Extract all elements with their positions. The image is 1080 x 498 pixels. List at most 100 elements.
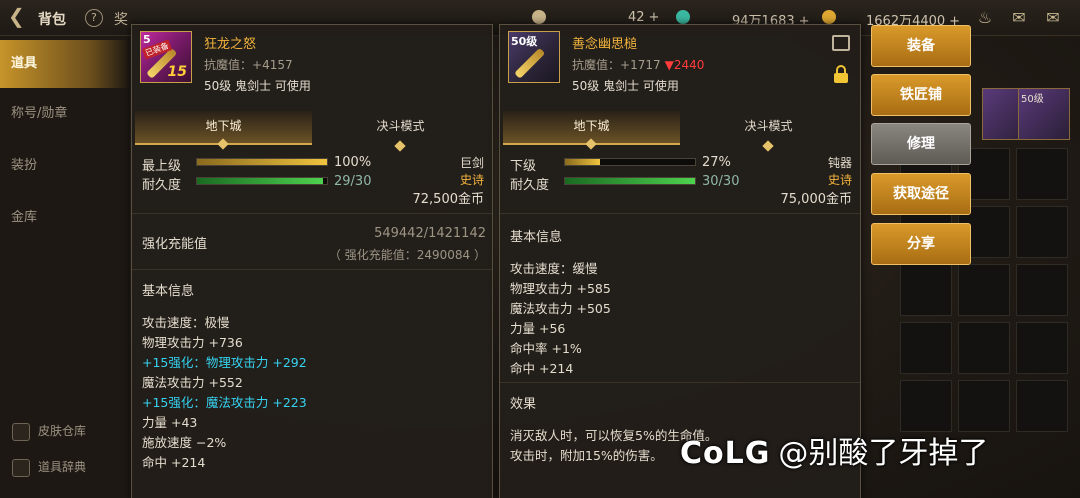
item-meta: 钝器 史诗 75,000金币: [781, 154, 853, 207]
obtain-method-button[interactable]: 获取途径: [871, 173, 971, 215]
requirement: 50级 鬼剑士 可使用: [572, 79, 679, 93]
gem-icon: [676, 10, 690, 24]
tab-dungeon[interactable]: 地下城: [135, 111, 312, 150]
grade-percent: 27%: [702, 155, 731, 170]
tab-pvp[interactable]: 决斗模式: [680, 111, 857, 152]
grade-percent: 100%: [334, 155, 372, 170]
dictionary-icon: [12, 458, 30, 477]
info-line: 命中率 +1%: [510, 341, 582, 356]
tab-dungeon[interactable]: 地下城: [503, 111, 680, 150]
storage-icon: [12, 422, 30, 441]
gold-coin-icon: [822, 10, 836, 24]
info-line: 攻击速度：缓慢: [510, 261, 598, 276]
equip-button[interactable]: 装备: [871, 25, 971, 67]
colg-logo: CoLG: [680, 436, 771, 471]
divider: [132, 269, 492, 270]
info-line: 物理攻击力 +585: [510, 281, 611, 296]
magic-resist: 抗魔值：+1717 ▼2440: [572, 58, 705, 72]
effect-line: 攻击时，附加15%的伤害。: [510, 448, 663, 463]
selected-item-tooltip: 50级 善念幽思槌 抗魔值：+1717 ▼2440 50级 鬼剑士 可使用 地下城…: [499, 24, 861, 498]
mace-icon: [514, 47, 546, 79]
basic-info-title: 基本信息: [142, 284, 195, 299]
mail-icon[interactable]: ✉: [1008, 8, 1030, 27]
sidebar-item-items[interactable]: 道具: [0, 40, 130, 88]
info-line: 命中 +214: [142, 455, 206, 470]
info-line: 命中 +214: [510, 361, 574, 376]
grade-bar: [196, 158, 328, 166]
sidebar-item-titles[interactable]: 称号/勋章: [0, 90, 130, 138]
inventory-slot[interactable]: [958, 380, 1010, 432]
charge-value: 549442/1421142: [374, 226, 486, 241]
charge-title: 强化充能值: [142, 237, 208, 252]
basic-info-title: 基本信息: [510, 230, 563, 245]
item-dictionary-button[interactable]: 道具辞典: [12, 458, 86, 477]
rarity: 史诗: [827, 173, 852, 187]
item-meta: 巨剑 史诗 72,500金币: [413, 154, 485, 207]
weapon-type: 巨剑: [459, 156, 484, 170]
grade-label: 最上级: [142, 159, 182, 174]
divider: [132, 213, 492, 214]
mode-tabs: 地下城 决斗模式: [135, 111, 489, 152]
partial-label: 奖: [114, 12, 128, 28]
durability-bar: [564, 177, 696, 185]
magic-resist: 抗魔值：+4157: [204, 58, 293, 72]
inventory-slot[interactable]: [1016, 148, 1068, 200]
info-line: 物理攻击力 +736: [142, 335, 243, 350]
clover-count: 42 +: [628, 10, 660, 25]
add-clover-button[interactable]: +: [649, 10, 660, 25]
inventory-slot[interactable]: 50级: [1018, 88, 1070, 140]
weapon-type: 钝器: [827, 156, 852, 170]
skin-storage-button[interactable]: 皮肤仓库: [12, 422, 86, 441]
durability-value: 29/30: [334, 174, 372, 189]
back-arrow-icon[interactable]: ❮: [8, 6, 25, 26]
info-line: 魔法攻击力 +505: [510, 301, 611, 316]
grade-bar: [564, 158, 696, 166]
info-line: 攻击速度：极慢: [142, 315, 230, 330]
info-line: 魔法攻击力 +552: [142, 375, 243, 390]
inventory-slot[interactable]: [958, 264, 1010, 316]
chat-icon[interactable]: ✉: [1042, 8, 1064, 27]
effect-title: 效果: [510, 397, 537, 412]
pot-icon[interactable]: ♨: [974, 8, 996, 27]
inventory-slot[interactable]: [1016, 264, 1068, 316]
sidebar-item-costume[interactable]: 装扮: [0, 142, 130, 190]
page-title: 背包: [38, 12, 66, 28]
inventory-slot[interactable]: [1016, 380, 1068, 432]
grade-label: 下级: [510, 159, 537, 174]
info-line: 力量 +43: [142, 415, 198, 430]
inventory-slot[interactable]: [900, 322, 952, 374]
inventory-slot[interactable]: [900, 380, 952, 432]
blacksmith-button[interactable]: 铁匠铺: [871, 74, 971, 116]
sell-price: 75,000金币: [780, 192, 853, 207]
lock-icon[interactable]: [834, 65, 848, 83]
durability-label: 耐久度: [142, 178, 182, 193]
repair-button[interactable]: 修理: [871, 123, 971, 165]
equipped-item-tooltip: 5 已装备 15 狂龙之怒 抗魔值：+4157 50级 鬼剑士 可使用 地下城 …: [131, 24, 493, 498]
inventory-slot[interactable]: [958, 322, 1010, 374]
divider: [500, 213, 860, 214]
item-thumbnail: 50级: [508, 31, 560, 83]
clover-icon: [532, 10, 546, 24]
watermark: CoLG @别酸了牙掉了: [680, 436, 989, 471]
help-icon[interactable]: ?: [81, 5, 107, 31]
share-icon[interactable]: [832, 35, 850, 51]
share-button[interactable]: 分享: [871, 223, 971, 265]
info-line: 施放速度 −2%: [142, 435, 227, 450]
inventory-slot[interactable]: [900, 264, 952, 316]
sidebar-item-vault[interactable]: 金库: [0, 194, 130, 242]
charge-total: （ 强化充能值：2490084 ）: [328, 248, 486, 262]
durability-value: 30/30: [702, 174, 740, 189]
inventory-slot[interactable]: [1016, 322, 1068, 374]
sidebar: 道具 称号/勋章 装扮 金库 皮肤仓库 道具辞典: [0, 36, 130, 498]
durability-label: 耐久度: [510, 178, 550, 193]
inventory-slot[interactable]: [1016, 206, 1068, 258]
tab-pvp[interactable]: 决斗模式: [312, 111, 489, 152]
item-name: 狂龙之怒: [204, 37, 257, 52]
rarity: 史诗: [459, 173, 484, 187]
durability-bar: [196, 177, 328, 185]
sell-price: 72,500金币: [412, 192, 485, 207]
item-name: 善念幽思槌: [572, 37, 638, 52]
info-line: 力量 +56: [510, 321, 566, 336]
mode-tabs: 地下城 决斗模式: [503, 111, 857, 152]
requirement: 50级 鬼剑士 可使用: [204, 79, 311, 93]
